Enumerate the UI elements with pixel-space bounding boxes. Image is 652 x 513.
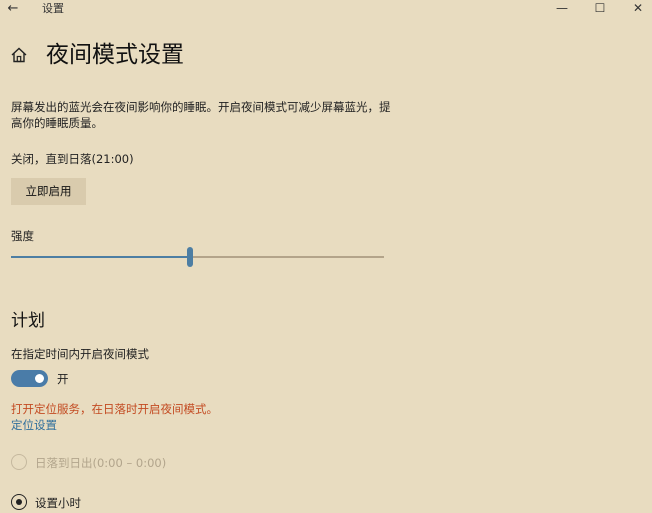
app-title: 设置 bbox=[42, 2, 64, 15]
location-settings-link[interactable]: 定位设置 bbox=[11, 417, 57, 433]
location-warning: 打开定位服务，在日落时开启夜间模式。 bbox=[11, 402, 218, 416]
schedule-toggle-label: 在指定时间内开启夜间模式 bbox=[11, 347, 149, 361]
home-icon[interactable] bbox=[10, 47, 28, 63]
schedule-section-title: 计划 bbox=[11, 311, 45, 331]
enable-now-button[interactable]: 立即启用 bbox=[11, 178, 86, 205]
radio-selected-dot bbox=[15, 498, 22, 505]
set-hours-label: 设置小时 bbox=[35, 496, 81, 510]
maximize-icon: ☐ bbox=[594, 1, 606, 15]
close-icon: ✕ bbox=[632, 1, 644, 15]
strength-label: 强度 bbox=[11, 229, 34, 243]
toggle-knob bbox=[35, 374, 44, 383]
set-hours-radio[interactable] bbox=[11, 494, 27, 510]
sunset-sunrise-label: 日落到日出(0:00 – 0:00) bbox=[35, 456, 167, 470]
slider-fill bbox=[11, 256, 190, 258]
close-button[interactable]: ✕ bbox=[616, 0, 652, 18]
toggle-state-text: 开 bbox=[57, 372, 69, 386]
minimize-icon: — bbox=[556, 1, 568, 15]
back-arrow-icon: ← bbox=[7, 1, 19, 16]
schedule-toggle[interactable] bbox=[11, 370, 48, 387]
page-title: 夜间模式设置 bbox=[46, 42, 184, 68]
sunset-sunrise-radio[interactable] bbox=[11, 454, 27, 470]
description-text: 屏幕发出的蓝光会在夜间影响你的睡眠。开启夜间模式可减少屏幕蓝光，提高你的睡眠质量… bbox=[11, 100, 391, 130]
night-light-status: 关闭，直到日落(21:00) bbox=[11, 152, 134, 166]
strength-slider[interactable] bbox=[11, 246, 384, 268]
title-bar: ← 设置 — ☐ ✕ bbox=[0, 0, 652, 18]
slider-thumb[interactable] bbox=[187, 247, 193, 267]
back-button[interactable]: ← bbox=[5, 0, 21, 18]
